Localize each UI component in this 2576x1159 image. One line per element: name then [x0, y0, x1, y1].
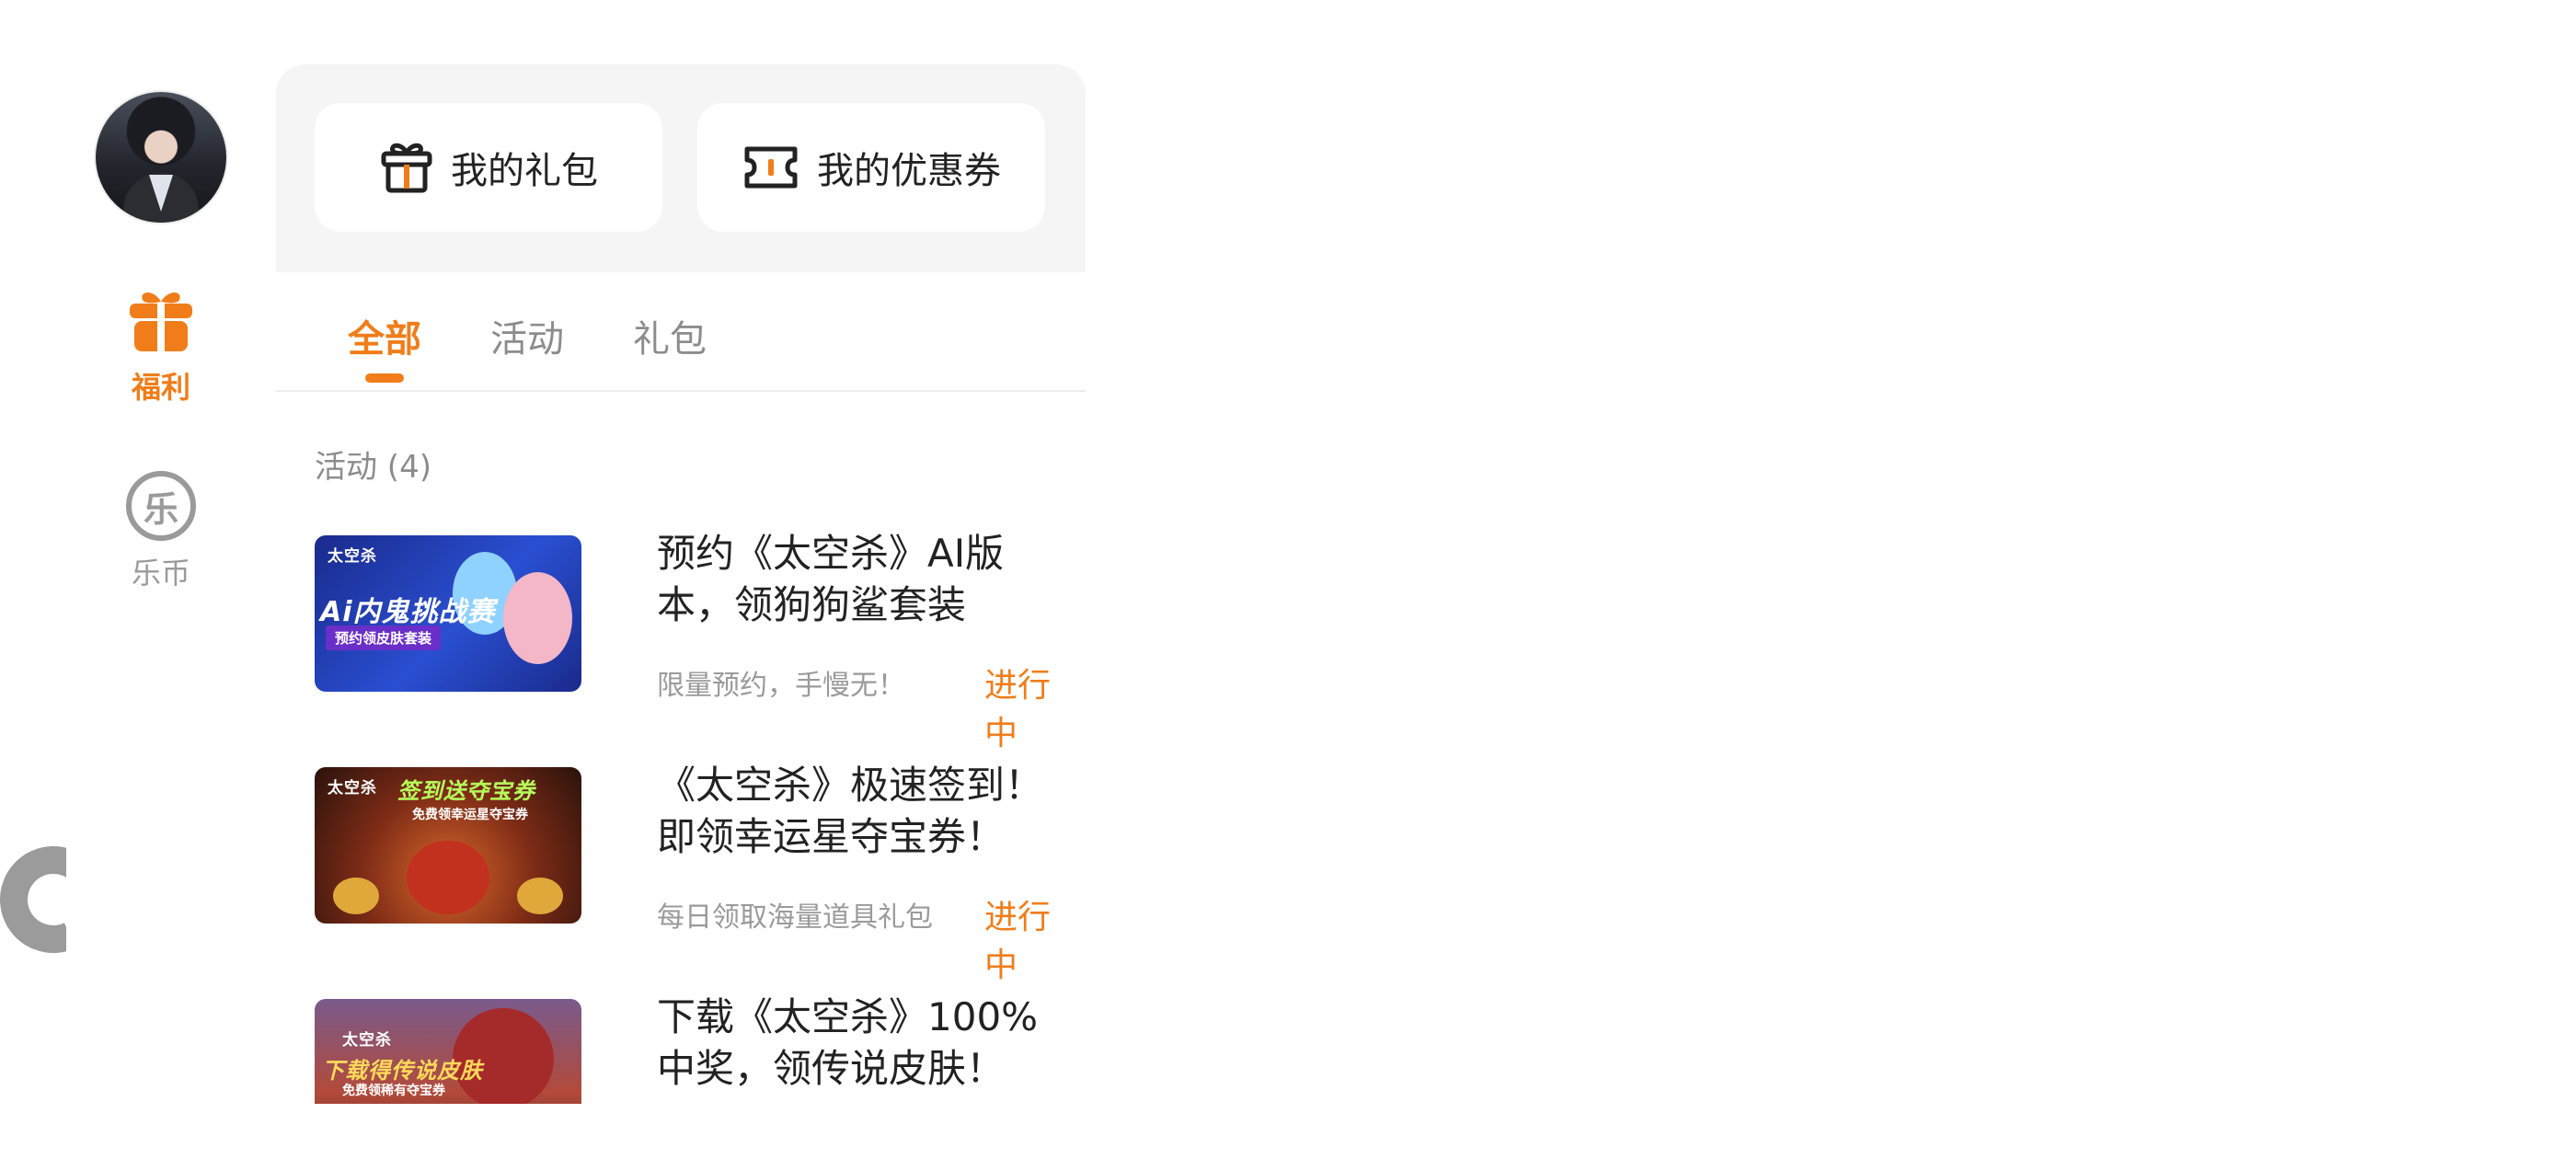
coin-icon: 乐 [126, 471, 196, 541]
nav-label-welfare: 福利 [131, 370, 190, 405]
thumb-subtitle: 预约领皮肤套装 [326, 625, 442, 650]
nav-label-coins: 乐币 [131, 556, 190, 591]
section-title: 活动 (4) [315, 449, 431, 486]
activity-title: 《太空杀》极速签到！即领幸运星夺宝券！ [657, 763, 1044, 859]
activity-desc: 限量预约，手慢无！ [657, 670, 905, 702]
avatar[interactable] [96, 92, 226, 223]
thumb-subtitle: 免费领幸运星夺宝券 [412, 808, 528, 822]
activity-title: 下载《太空杀》100%中奖，领传说皮肤！ [657, 994, 1039, 1091]
category-tabs: 全部 活动 礼包 [276, 272, 1086, 392]
thumb-coins [333, 878, 379, 914]
thumb-character [407, 841, 489, 914]
loading-spinner-icon [0, 846, 66, 953]
thumb-subtitle: 免费领稀有夺宝券 [342, 1084, 445, 1098]
thumb-coins [517, 878, 563, 914]
activity-thumbnail: 太空杀 签到送夺宝券 免费领幸运星夺宝券 [315, 767, 581, 924]
my-coupons-button[interactable]: 我的优惠券 [697, 103, 1045, 232]
activity-title: 预约《太空杀》AI版本，领狗狗鲨套装 [657, 531, 1005, 627]
thumb-logo: 太空杀 [328, 547, 377, 566]
thumb-logo: 太空杀 [328, 779, 377, 798]
my-gifts-button[interactable]: 我的礼包 [315, 103, 662, 232]
tab-all[interactable]: 全部 [348, 309, 421, 362]
gift-icon [130, 293, 192, 351]
nav-item-welfare[interactable]: 福利 [101, 285, 221, 407]
my-gifts-label: 我的礼包 [451, 150, 598, 192]
status-badge: 进行中 [984, 899, 1052, 984]
activity-item[interactable]: 太空杀 签到送夺宝券 免费领幸运星夺宝券 《太空杀》极速签到！即领幸运星夺宝券！… [315, 763, 1051, 984]
status-badge: 进行中 [984, 667, 1052, 752]
tab-activities[interactable]: 活动 [490, 309, 564, 362]
thumb-character [503, 572, 572, 664]
active-tab-indicator [365, 373, 404, 383]
thumb-logo: 太空杀 [342, 1031, 392, 1050]
nav-item-coins[interactable]: 乐 乐币 [101, 471, 221, 592]
activity-thumbnail: 太空杀 下载得传说皮肤 免费领稀有夺宝券 [315, 999, 581, 1104]
activity-thumbnail: 太空杀 Ai内鬼挑战赛 预约领皮肤套装 [315, 535, 581, 692]
ticket-icon [744, 146, 798, 189]
side-nav: 福利 乐 乐币 [0, 0, 276, 1159]
thumb-banner: Ai内鬼挑战赛 [320, 596, 496, 628]
activity-item[interactable]: 太空杀 Ai内鬼挑战赛 预约领皮肤套装 预约《太空杀》AI版本，领狗狗鲨套装 限… [315, 531, 1051, 752]
quick-actions: 我的礼包 我的优惠券 [276, 64, 1086, 272]
coin-glyph: 乐 [143, 488, 178, 530]
activity-desc: 每日领取海量道具礼包 [657, 901, 933, 934]
gift-box-icon [381, 143, 432, 193]
thumb-banner: 签到送夺宝券 [397, 778, 535, 804]
welfare-panel: 我的礼包 我的优惠券 全部 活动 礼包 活动 (4) 太空杀 Ai内鬼挑战赛 预… [276, 64, 1086, 1104]
my-coupons-label: 我的优惠券 [817, 150, 1001, 192]
tab-gifts[interactable]: 礼包 [633, 309, 707, 362]
activity-item[interactable]: 太空杀 下载得传说皮肤 免费领稀有夺宝券 下载《太空杀》100%中奖，领传说皮肤… [315, 994, 1051, 1104]
